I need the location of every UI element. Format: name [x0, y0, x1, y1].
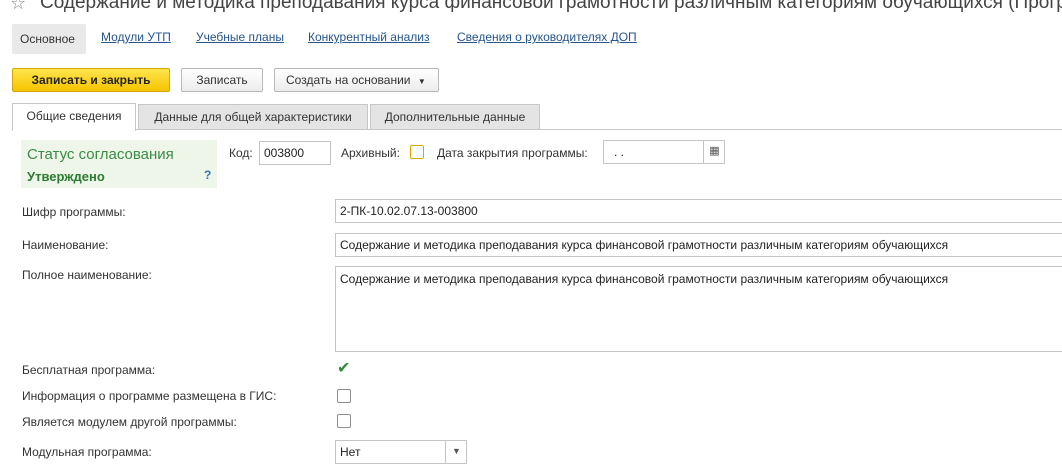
modular-program-label: Модульная программа: [22, 445, 152, 459]
free-program-checkbox[interactable]: ✔ [337, 360, 351, 377]
close-date-label: Дата закрытия программы: [437, 146, 588, 160]
full-name-textarea[interactable]: Содержание и методика преподавания курса… [335, 266, 1062, 352]
nav-item-curricula[interactable]: Учебные планы [196, 30, 284, 44]
code-label: Код: [229, 146, 253, 160]
nav-item-main[interactable]: Основное [12, 24, 86, 54]
free-program-label: Бесплатная программа: [22, 363, 156, 377]
calendar-icon[interactable]: ▦ [703, 141, 724, 163]
cipher-field[interactable]: 2-ПК-10.02.07.13-003800 [335, 199, 1062, 223]
approval-status-panel: Статус согласования Утверждено ? [21, 140, 217, 188]
window-title-bar: ☆ Содержание и методика преподавания кур… [0, 0, 1062, 18]
close-date-value: . . [614, 145, 625, 159]
full-name-label: Полное наименование: [22, 268, 152, 282]
tab-additional-data[interactable]: Дополнительные данные [370, 104, 540, 130]
module-of-program-checkbox[interactable] [337, 414, 351, 428]
close-date-field[interactable]: . . ▦ [603, 140, 725, 164]
nav-item-modules[interactable]: Модули УТП [101, 30, 171, 44]
archived-label: Архивный: [341, 146, 400, 160]
modular-program-select[interactable]: Нет ▼ [335, 440, 467, 464]
create-based-on-button[interactable]: Создать на основании ▼ [274, 68, 439, 92]
module-of-program-label: Является модулем другой программы: [22, 415, 237, 429]
window-title: Содержание и методика преподавания курса… [40, 0, 1062, 13]
help-icon[interactable]: ? [204, 168, 211, 182]
archived-checkbox[interactable] [410, 145, 424, 159]
cipher-label: Шифр программы: [22, 205, 126, 219]
nav-item-label: Основное [20, 32, 75, 46]
name-field[interactable]: Содержание и методика преподавания курса… [335, 233, 1062, 257]
approval-status-label: Статус согласования [27, 146, 174, 163]
star-icon[interactable]: ☆ [10, 0, 26, 14]
gis-info-checkbox[interactable] [337, 389, 351, 403]
nav-item-managers-info[interactable]: Сведения о руководителях ДОП [457, 30, 637, 44]
tab-general-characteristics[interactable]: Данные для общей характеристики [138, 104, 368, 130]
name-label: Наименование: [22, 238, 109, 252]
check-icon: ✔ [337, 360, 351, 377]
nav-item-competitor-analysis[interactable]: Конкурентный анализ [308, 30, 429, 44]
approval-status-value: Утверждено [27, 169, 105, 184]
code-field[interactable]: 003800 [259, 141, 331, 165]
tab-general[interactable]: Общие сведения [12, 103, 136, 131]
save-button[interactable]: Записать [181, 68, 263, 92]
create-based-on-label: Создать на основании [286, 73, 411, 87]
gis-info-label: Информация о программе размещена в ГИС: [22, 389, 277, 403]
chevron-down-icon: ▼ [417, 77, 426, 86]
save-and-close-button[interactable]: Записать и закрыть [12, 68, 170, 92]
